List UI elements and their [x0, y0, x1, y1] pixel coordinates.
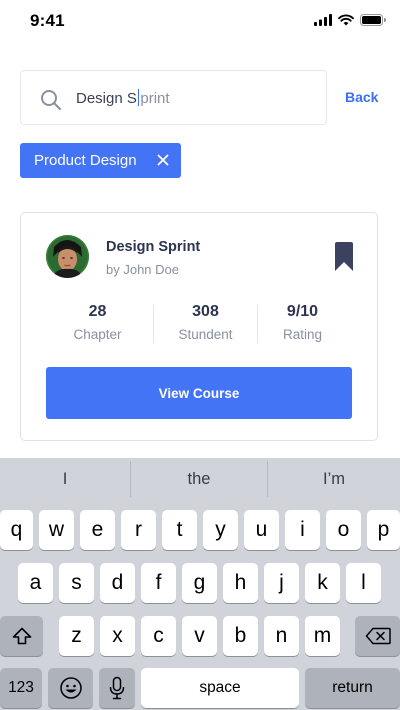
key-f[interactable]: f	[141, 563, 176, 603]
stat-value: 9/10	[286, 303, 319, 320]
key-v[interactable]: v	[182, 616, 217, 656]
backspace-icon	[365, 627, 391, 645]
key-a[interactable]: a	[18, 563, 53, 603]
key-t[interactable]: t	[162, 510, 197, 550]
key-u[interactable]: u	[244, 510, 279, 550]
filter-chip[interactable]: Product Design	[20, 143, 181, 178]
key-z[interactable]: z	[59, 616, 94, 656]
signal-icon	[314, 14, 332, 26]
avatar	[46, 235, 89, 278]
key-p[interactable]: p	[367, 510, 400, 550]
view-course-button[interactable]: View Course	[46, 367, 352, 419]
suggestion-item[interactable]: the	[131, 458, 267, 500]
key-o[interactable]: o	[326, 510, 361, 550]
key-s[interactable]: s	[59, 563, 94, 603]
shift-key[interactable]	[0, 616, 43, 656]
key-c[interactable]: c	[141, 616, 176, 656]
key-q[interactable]: q	[0, 510, 33, 550]
stat-label: Rating	[282, 327, 323, 342]
key-d[interactable]: d	[100, 563, 135, 603]
filter-chip-label: Product Design	[34, 152, 137, 169]
emoji-icon	[59, 677, 82, 699]
key-b[interactable]: b	[223, 616, 258, 656]
course-card: Design Sprint by John Doe 28 Chapter 308…	[20, 212, 378, 441]
course-author: by John Doe	[106, 262, 179, 277]
stat-label: Chapter	[73, 327, 122, 342]
space-key[interactable]: space	[141, 668, 299, 708]
bookmark-icon[interactable]	[335, 242, 353, 271]
suggestion-bar: I the I’m	[0, 458, 400, 500]
key-k[interactable]: k	[305, 563, 340, 603]
status-bar: 9:41	[0, 0, 400, 44]
search-typed-text: Design S	[76, 90, 137, 107]
key-g[interactable]: g	[182, 563, 217, 603]
key-j[interactable]: j	[264, 563, 299, 603]
emoji-key[interactable]	[48, 668, 93, 708]
stat-value: 308	[192, 303, 219, 320]
stat-students: 308 Stundent	[154, 303, 257, 342]
stat-value: 28	[88, 303, 107, 320]
stat-rating: 9/10 Rating	[251, 303, 354, 342]
keyboard: I the I’m q w e r t y u i o p a s d f g …	[0, 458, 400, 710]
status-time: 9:41	[30, 11, 65, 30]
key-n[interactable]: n	[264, 616, 299, 656]
suggestion-item[interactable]: I’m	[268, 458, 400, 500]
battery-icon	[360, 14, 386, 26]
back-button[interactable]: Back	[345, 89, 378, 105]
key-r[interactable]: r	[121, 510, 156, 550]
search-input[interactable]: Design Sprint	[76, 89, 170, 107]
numbers-key[interactable]: 123	[0, 668, 42, 708]
close-icon[interactable]	[156, 153, 170, 167]
search-box[interactable]: Design Sprint	[20, 70, 327, 125]
return-key[interactable]: return	[305, 668, 400, 708]
wifi-icon	[338, 14, 354, 26]
key-l[interactable]: l	[346, 563, 381, 603]
status-icons	[314, 14, 386, 26]
key-m[interactable]: m	[305, 616, 340, 656]
key-w[interactable]: w	[39, 510, 74, 550]
key-y[interactable]: y	[203, 510, 238, 550]
course-stats: 28 Chapter 308 Stundent 9/10 Rating	[46, 303, 354, 348]
key-h[interactable]: h	[223, 563, 258, 603]
microphone-icon	[109, 676, 125, 700]
suggestion-item[interactable]: I	[0, 458, 130, 500]
microphone-key[interactable]	[99, 668, 135, 708]
search-autocomplete-text: print	[140, 90, 170, 107]
backspace-key[interactable]	[355, 616, 400, 656]
shift-icon	[12, 627, 31, 645]
search-icon	[41, 90, 61, 110]
stat-chapter: 28 Chapter	[46, 303, 149, 342]
key-e[interactable]: e	[80, 510, 115, 550]
course-title: Design Sprint	[106, 239, 201, 255]
key-i[interactable]: i	[285, 510, 320, 550]
stat-label: Stundent	[178, 327, 233, 342]
key-x[interactable]: x	[100, 616, 135, 656]
